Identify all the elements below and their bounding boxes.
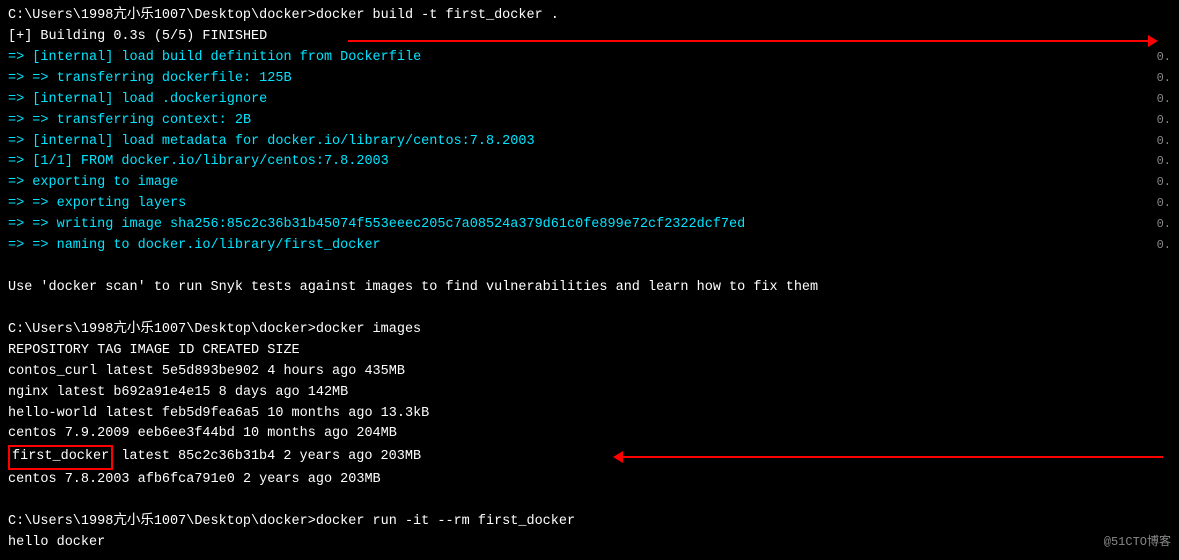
- line-text: => [internal] load .dockerignore: [8, 90, 1133, 111]
- arrow-line: [348, 40, 1148, 42]
- line-text: => => transferring dockerfile: 125B: [8, 69, 1133, 90]
- terminal-line: C:\Users\1998亢小乐1007\Desktop\docker>dock…: [8, 6, 1171, 27]
- line-text: C:\Users\1998亢小乐1007\Desktop\docker>dock…: [8, 6, 1171, 27]
- line-num: 0.: [1133, 173, 1171, 194]
- line-num: 0.: [1133, 111, 1171, 132]
- line-num: 0.: [1133, 48, 1171, 69]
- line-text: => [internal] load metadata for docker.i…: [8, 132, 1133, 153]
- line-num: 0.: [1133, 90, 1171, 111]
- terminal-line: => exporting to image 0.: [8, 173, 1171, 194]
- line-text: [8, 491, 1171, 512]
- line-text: centos 7.9.2009 eeb6ee3f44bd 10 months a…: [8, 424, 1171, 445]
- terminal-line: [8, 491, 1171, 512]
- terminal-line: C:\Users\1998亢小乐1007\Desktop\docker>dock…: [8, 512, 1171, 533]
- line-num: 0.: [1133, 69, 1171, 90]
- line-num: 0.: [1133, 215, 1171, 236]
- line-num: 0.: [1133, 236, 1171, 257]
- terminal-line: => [internal] load build definition from…: [8, 48, 1171, 69]
- line-text: => => naming to docker.io/library/first_…: [8, 236, 1133, 257]
- arrow-1: [348, 35, 1158, 47]
- terminal-line: => [1/1] FROM docker.io/library/centos:7…: [8, 152, 1171, 173]
- terminal-window: C:\Users\1998亢小乐1007\Desktop\docker>dock…: [0, 0, 1179, 560]
- terminal-line: Use 'docker scan' to run Snyk tests agai…: [8, 278, 1171, 299]
- line-text: => [internal] load build definition from…: [8, 48, 1133, 69]
- arrow-head: [1148, 35, 1158, 47]
- arrow-head-left: [613, 451, 623, 463]
- table-row: contos_curl latest 5e5d893be902 4 hours …: [8, 362, 1171, 383]
- line-text: hello-world latest feb5d9fea6a5 10 month…: [8, 404, 1171, 425]
- table-row: centos 7.8.2003 afb6fca791e0 2 years ago…: [8, 470, 1171, 491]
- terminal-line: => => transferring dockerfile: 125B 0.: [8, 69, 1171, 90]
- arrow-line-2: [623, 456, 1163, 458]
- terminal-line: => => exporting layers 0.: [8, 194, 1171, 215]
- line-text: centos 7.8.2003 afb6fca791e0 2 years ago…: [8, 470, 1171, 491]
- first-docker-highlight: first_docker: [8, 445, 113, 470]
- table-row: centos 7.9.2009 eeb6ee3f44bd 10 months a…: [8, 424, 1171, 445]
- line-num: 0.: [1133, 194, 1171, 215]
- line-text: C:\Users\1998亢小乐1007\Desktop\docker>dock…: [8, 512, 1171, 533]
- line-text: => => exporting layers: [8, 194, 1133, 215]
- line-num: 0.: [1133, 152, 1171, 173]
- terminal-line: [+] Building 0.3s (5/5) FINISHED: [8, 27, 1171, 48]
- terminal-line: => => writing image sha256:85c2c36b31b45…: [8, 215, 1171, 236]
- table-row: hello-world latest feb5d9fea6a5 10 month…: [8, 404, 1171, 425]
- line-text: => exporting to image: [8, 173, 1133, 194]
- terminal-line: [8, 257, 1171, 278]
- line-text: [8, 299, 1171, 320]
- table-row-first-docker: first_docker latest 85c2c36b31b4 2 years…: [8, 445, 1171, 470]
- line-text: C:\Users\1998亢小乐1007\Desktop\docker>dock…: [8, 320, 1171, 341]
- terminal-line: => [internal] load .dockerignore 0.: [8, 90, 1171, 111]
- terminal-line: [8, 299, 1171, 320]
- line-text: contos_curl latest 5e5d893be902 4 hours …: [8, 362, 1171, 383]
- line-text: nginx latest b692a91e4e15 8 days ago 142…: [8, 383, 1171, 404]
- terminal-line: => [internal] load metadata for docker.i…: [8, 132, 1171, 153]
- line-text: => => transferring context: 2B: [8, 111, 1133, 132]
- terminal-line: hello docker: [8, 533, 1171, 554]
- terminal-line: C:\Users\1998亢小乐1007\Desktop\docker>dock…: [8, 320, 1171, 341]
- line-text: [8, 257, 1171, 278]
- table-row: nginx latest b692a91e4e15 8 days ago 142…: [8, 383, 1171, 404]
- line-text: => => writing image sha256:85c2c36b31b45…: [8, 215, 1133, 236]
- terminal-line: => => naming to docker.io/library/first_…: [8, 236, 1171, 257]
- line-text: REPOSITORY TAG IMAGE ID CREATED SIZE: [8, 341, 1171, 362]
- arrow-2: [613, 451, 1163, 463]
- terminal-line: => => transferring context: 2B 0.: [8, 111, 1171, 132]
- line-text: Use 'docker scan' to run Snyk tests agai…: [8, 278, 1171, 299]
- line-num: 0.: [1133, 132, 1171, 153]
- line-text: => [1/1] FROM docker.io/library/centos:7…: [8, 152, 1133, 173]
- line-text: hello docker: [8, 533, 1171, 554]
- terminal-line: REPOSITORY TAG IMAGE ID CREATED SIZE: [8, 341, 1171, 362]
